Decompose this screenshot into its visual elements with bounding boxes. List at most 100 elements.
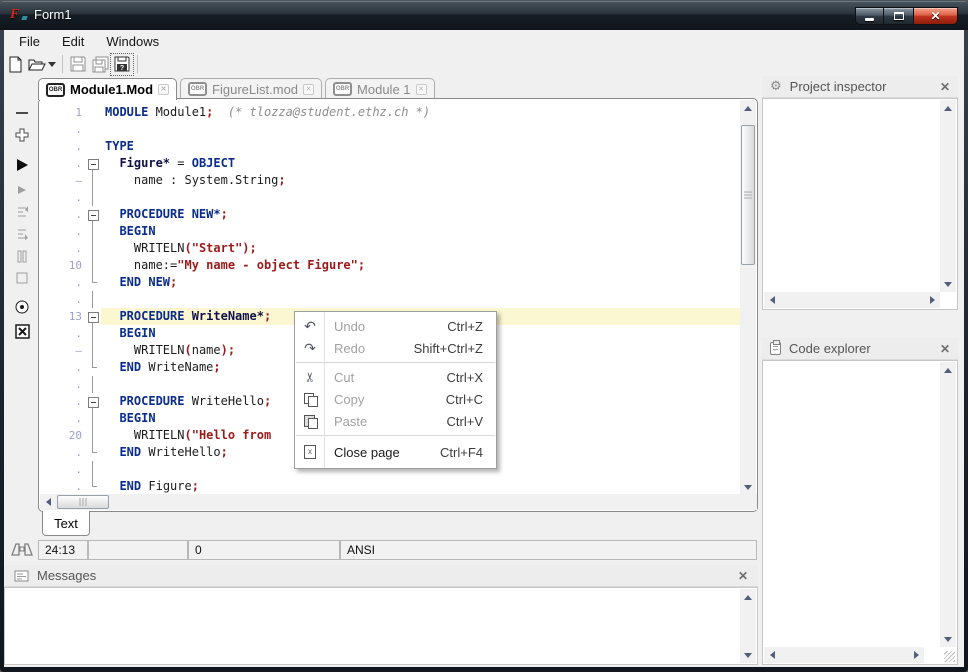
- project-inspector-hscrollbar[interactable]: [764, 292, 940, 308]
- fold-guide: [85, 189, 101, 206]
- new-document-button[interactable]: [4, 54, 26, 75]
- messages-scrollbar[interactable]: [740, 589, 756, 663]
- fold-toggle-icon[interactable]: [85, 155, 101, 172]
- close-all-button[interactable]: [8, 321, 36, 341]
- scroll-down-icon[interactable]: [740, 647, 756, 663]
- maximize-button[interactable]: [884, 7, 913, 25]
- scroll-right-icon[interactable]: [908, 647, 924, 663]
- code-line[interactable]: . Figure* = OBJECT: [39, 155, 741, 172]
- line-marker: .: [39, 327, 85, 340]
- close-button[interactable]: ✕: [913, 7, 958, 25]
- menu-shortcut: Ctrl+F4: [440, 445, 496, 460]
- code-line[interactable]: 10 name:="My name - object Figure";: [39, 257, 741, 274]
- fold-guide: [85, 342, 101, 359]
- code-line[interactable]: . END NEW;: [39, 274, 741, 291]
- fold-guide: [85, 410, 101, 427]
- code-explorer-content[interactable]: [762, 360, 958, 665]
- collapse-button[interactable]: [8, 103, 36, 123]
- tab-module-1[interactable]: OBR Module 1 ✕: [325, 78, 434, 99]
- line-marker: –: [39, 174, 85, 187]
- menu-label: Copy: [325, 392, 446, 407]
- line-marker: .: [39, 480, 85, 493]
- record-button[interactable]: [8, 297, 36, 317]
- code-line[interactable]: 1MODULE Module1; (* tlozza@student.ethz.…: [39, 104, 741, 121]
- menu-separator: [296, 435, 495, 436]
- fold-toggle-icon[interactable]: [85, 393, 101, 410]
- tab-close-icon[interactable]: ✕: [158, 84, 169, 95]
- menu-item-close-page[interactable]: x Close page Ctrl+F4: [295, 439, 496, 465]
- text-view-tab[interactable]: Text: [42, 511, 90, 536]
- resize-grip-icon[interactable]: [944, 651, 955, 662]
- code-line[interactable]: . WRITELN("Start");: [39, 240, 741, 257]
- tab-figurelist-mod[interactable]: OBR FigureList.mod ✕: [180, 78, 322, 99]
- run-step-button[interactable]: [8, 180, 36, 200]
- step-over-button[interactable]: [8, 224, 36, 244]
- editor-vertical-scrollbar[interactable]: [740, 100, 756, 495]
- menu-windows[interactable]: Windows: [95, 32, 170, 51]
- code-line[interactable]: .: [39, 291, 741, 308]
- scroll-up-icon[interactable]: [940, 362, 956, 378]
- fold-guide: [85, 104, 101, 121]
- scroll-left-icon[interactable]: [40, 494, 56, 510]
- maximize-icon: [894, 12, 904, 20]
- menu-item-copy[interactable]: Copy Ctrl+C: [295, 388, 496, 410]
- vertical-scroll-thumb[interactable]: [741, 125, 755, 265]
- menu-item-cut[interactable]: ✂ Cut Ctrl+X: [295, 366, 496, 388]
- horizontal-scroll-thumb[interactable]: [57, 495, 109, 509]
- menu-item-paste[interactable]: Paste Ctrl+V: [295, 410, 496, 432]
- editor-horizontal-scrollbar[interactable]: [40, 494, 757, 510]
- code-line[interactable]: .TYPE: [39, 138, 741, 155]
- tab-close-icon[interactable]: ✕: [416, 84, 427, 95]
- tab-module1-mod[interactable]: OBR Module1.Mod ✕: [38, 78, 177, 100]
- project-inspector-vscrollbar[interactable]: [940, 100, 956, 292]
- code-explorer-hscrollbar[interactable]: [764, 647, 924, 663]
- copy-icon: [295, 393, 325, 406]
- fold-toggle-icon[interactable]: [85, 308, 101, 325]
- scroll-right-icon[interactable]: [924, 292, 940, 308]
- code-explorer-close-icon[interactable]: ✕: [940, 343, 950, 355]
- scroll-up-icon[interactable]: [740, 589, 756, 605]
- fold-toggle-icon[interactable]: [85, 206, 101, 223]
- code-line[interactable]: . PROCEDURE NEW*;: [39, 206, 741, 223]
- scroll-up-icon[interactable]: [940, 100, 956, 116]
- scroll-down-icon[interactable]: [740, 479, 756, 495]
- run-button[interactable]: [8, 155, 36, 175]
- scroll-down-icon[interactable]: [940, 631, 956, 647]
- menu-item-redo[interactable]: ↷ Redo Shift+Ctrl+Z: [295, 337, 496, 359]
- code-line[interactable]: .: [39, 189, 741, 206]
- save-all-button[interactable]: [89, 54, 111, 75]
- code-text: PROCEDURE NEW*;: [101, 206, 741, 223]
- project-inspector-close-icon[interactable]: ✕: [940, 81, 950, 93]
- title-bar[interactable]: F Form1 ✕: [0, 0, 968, 30]
- stop-button[interactable]: [8, 268, 36, 288]
- paste-icon: [295, 415, 325, 428]
- menu-shortcut: Ctrl+V: [447, 414, 496, 429]
- code-line[interactable]: – name : System.String;: [39, 172, 741, 189]
- tab-close-icon[interactable]: ✕: [303, 84, 314, 95]
- step-into-button[interactable]: [8, 202, 36, 222]
- expand-plus-button[interactable]: [8, 125, 36, 145]
- open-file-button[interactable]: [26, 54, 48, 75]
- status-modified-flag: 0: [188, 540, 340, 560]
- line-marker: .: [39, 412, 85, 425]
- open-dropdown-icon[interactable]: [48, 62, 56, 71]
- save-button[interactable]: [67, 54, 89, 75]
- code-line[interactable]: .: [39, 121, 741, 138]
- menu-edit[interactable]: Edit: [51, 32, 95, 51]
- code-text: BEGIN: [101, 223, 741, 240]
- messages-panel-content[interactable]: [4, 587, 758, 665]
- scroll-left-icon[interactable]: [764, 647, 780, 663]
- menu-file[interactable]: File: [8, 32, 51, 51]
- code-line[interactable]: . END Figure;: [39, 478, 741, 495]
- scroll-down-icon[interactable]: [940, 276, 956, 292]
- scroll-up-icon[interactable]: [740, 100, 756, 116]
- minimize-button[interactable]: [855, 7, 884, 25]
- save-project-button[interactable]: ?: [111, 54, 133, 75]
- scroll-left-icon[interactable]: [764, 292, 780, 308]
- menu-item-undo[interactable]: ↶ Undo Ctrl+Z: [295, 315, 496, 337]
- messages-close-icon[interactable]: ✕: [738, 570, 748, 582]
- code-line[interactable]: . BEGIN: [39, 223, 741, 240]
- project-inspector-content[interactable]: [762, 98, 958, 310]
- pause-button[interactable]: [8, 246, 36, 266]
- code-explorer-vscrollbar[interactable]: [940, 362, 956, 647]
